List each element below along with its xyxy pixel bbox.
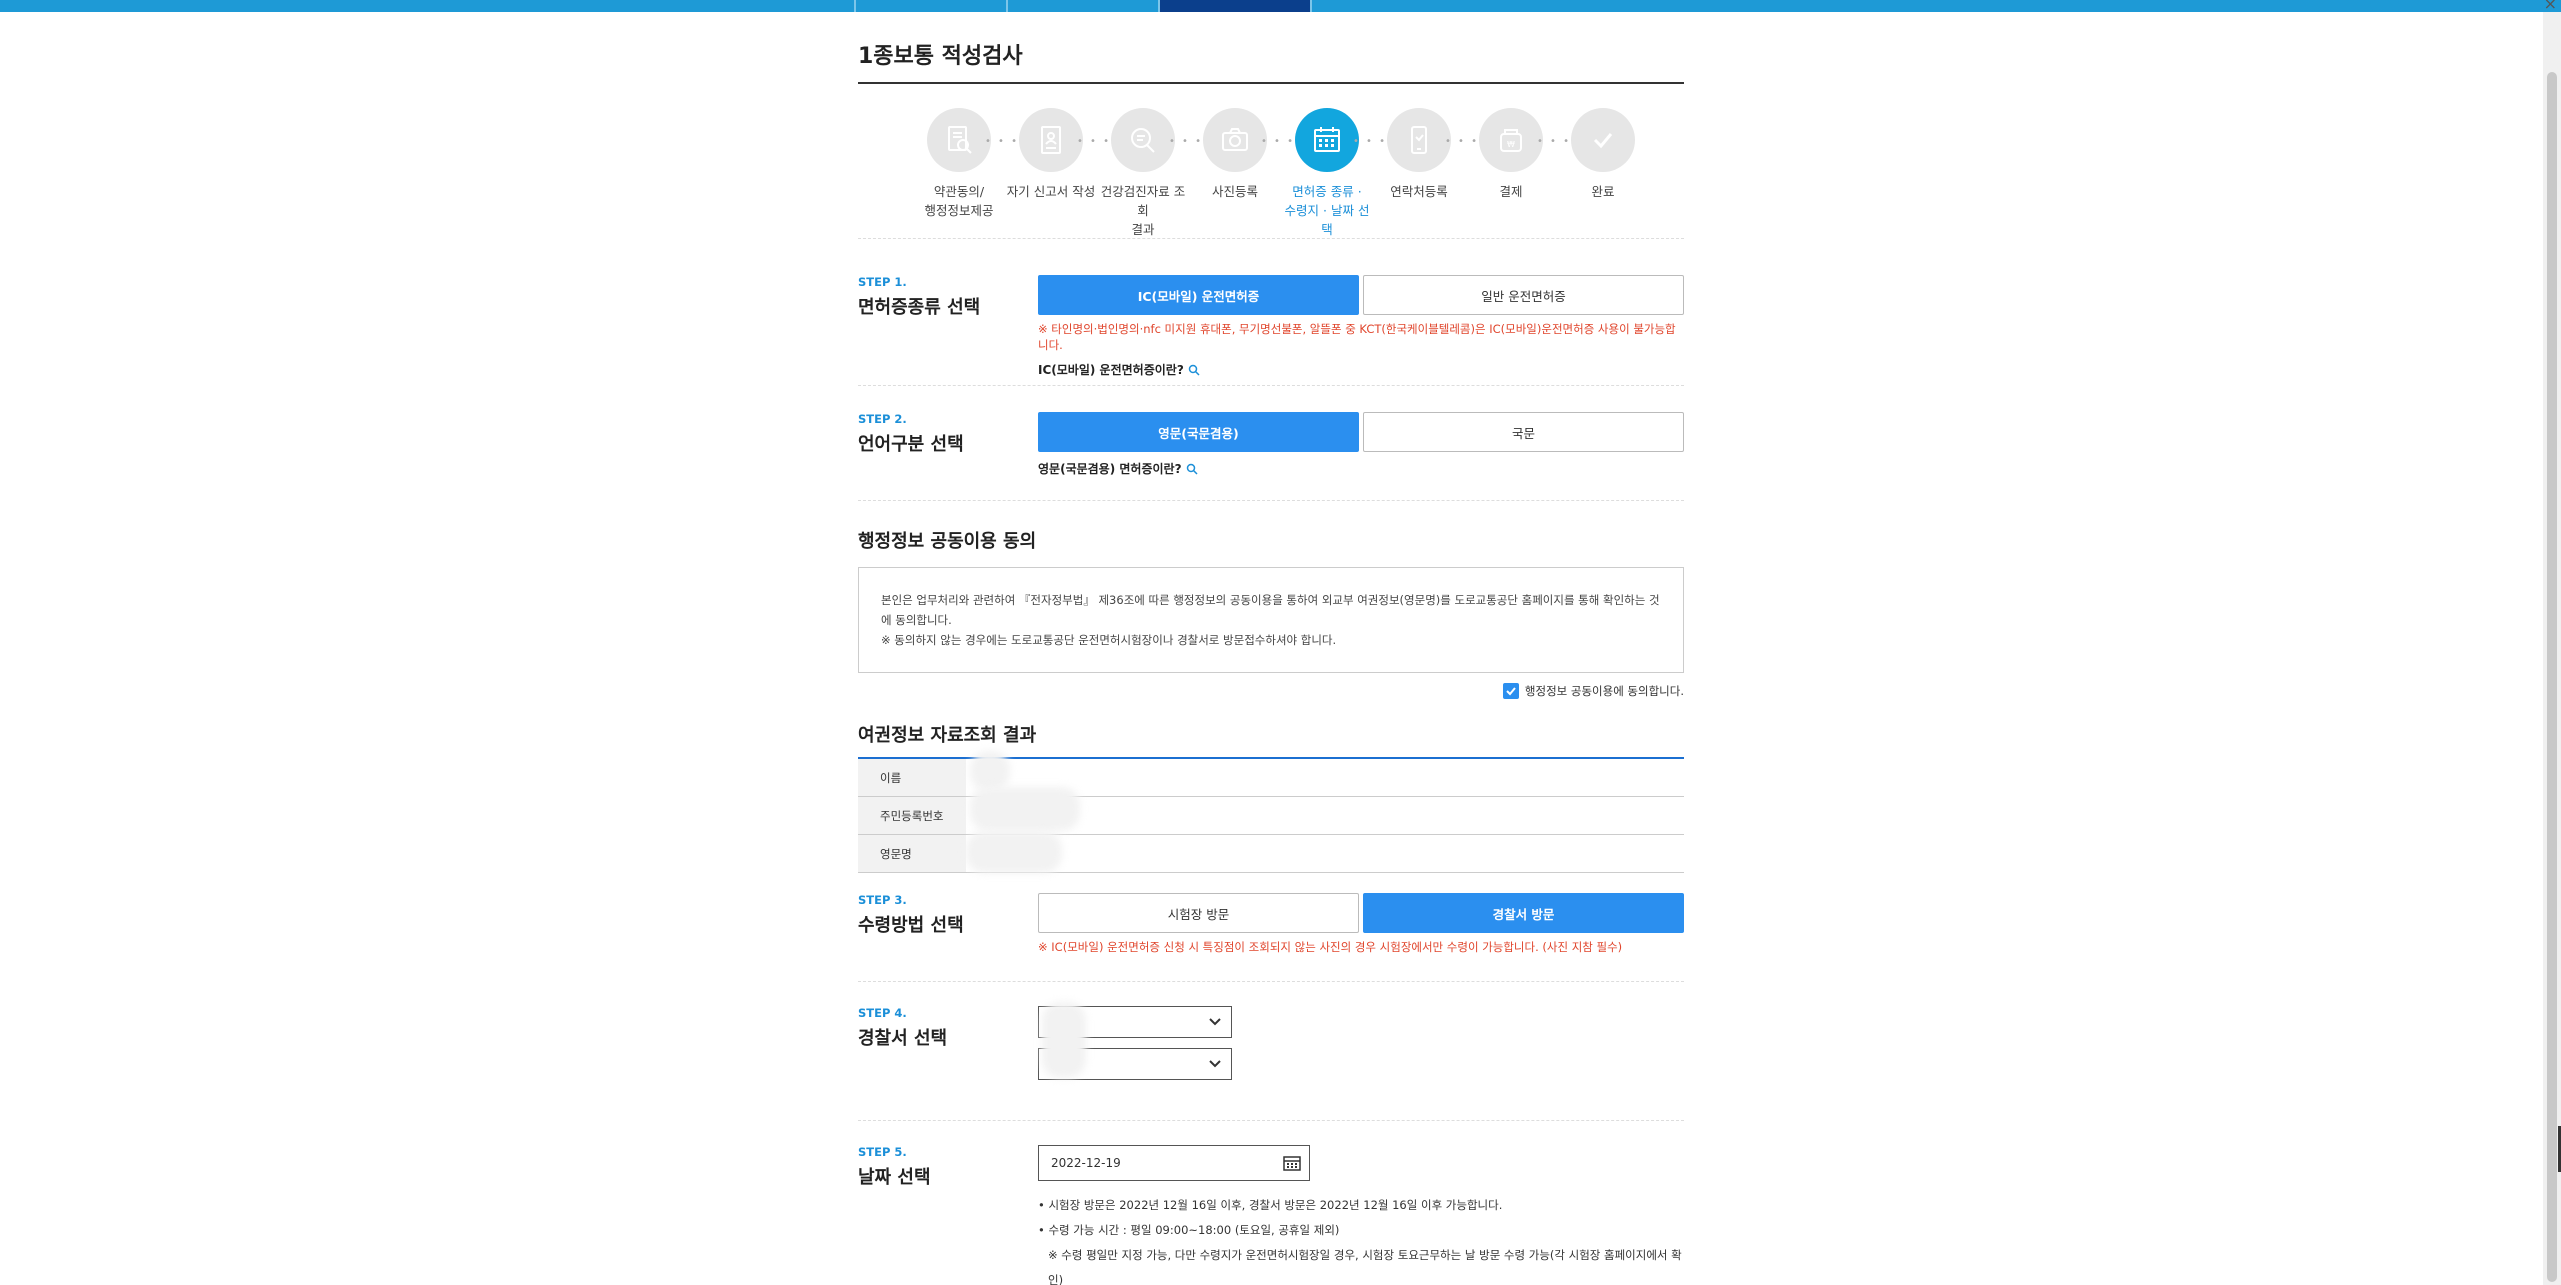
chevron-down-icon: [1209, 1018, 1221, 1026]
progress-step-health: • • • 건강검진자료 조회 결과: [1097, 108, 1201, 237]
payment-icon: ₩: [1479, 108, 1543, 172]
nav-segment[interactable]: [0, 0, 856, 12]
notice-text: ※ 타인명의·법인명의·nfc 미지원 휴대폰, 무기명선불폰, 알뜰폰 중 K…: [1038, 322, 1676, 352]
progress-step-complete: 완료: [1557, 108, 1649, 230]
nav-segment[interactable]: [856, 0, 1008, 12]
step4-section: STEP 4. 경찰서 선택: [858, 982, 1684, 1120]
progress-step-photo: • • • 사진등록: [1189, 108, 1293, 230]
chevron-down-icon: [1209, 1060, 1221, 1068]
english-license-info-link[interactable]: 영문(국문겸용) 면허증이란?: [1038, 460, 1684, 477]
document-search-icon: [927, 108, 991, 172]
step1-section: STEP 1. 면허증종류 선택 IC(모바일) 운전면허증 일반 운전면허증 …: [858, 239, 1684, 385]
date-note: 시험장 방문은 2022년 12월 16일 이후, 경찰서 방문은 2022년 …: [1038, 1193, 1684, 1218]
scrollbar-thumb[interactable]: [2547, 72, 2557, 1282]
step-label: 사진등록: [1211, 184, 1258, 199]
row-header: 주민등록번호: [858, 797, 966, 834]
date-value: 2022-12-19: [1051, 1156, 1121, 1170]
notice-text: ※ IC(모바일) 운전면허증 신청 시 특징점이 조회되지 않는 사진의 경우…: [1038, 940, 1623, 954]
page-title: 1종보통 적성검사: [858, 38, 1684, 84]
consent-text: 본인은 업무처리와 관련하여 『전자정부법』 제36조에 따른 행정정보의 공동…: [881, 593, 1660, 627]
step2-section: STEP 2. 언어구분 선택 영문(국문겸용) 국문 영문(국문겸용) 면허증…: [858, 386, 1684, 500]
info-link-label: 영문(국문겸용) 면허증이란?: [1038, 462, 1182, 476]
police-station-visit-button[interactable]: 경찰서 방문: [1363, 893, 1684, 933]
redacted-blob: [970, 787, 1080, 831]
checkbox-label: 행정정보 공동이용에 동의합니다.: [1524, 684, 1684, 698]
phone-icon: [1387, 108, 1451, 172]
step-tag: STEP 4.: [858, 1006, 907, 1020]
step-tag: STEP 1.: [858, 275, 907, 289]
step-label: 약관동의/ 행정정보제공: [924, 184, 994, 218]
svg-text:₩: ₩: [1507, 140, 1515, 149]
progress-steps: • • • 약관동의/ 행정정보제공 • • • 자기 신고서 작성 • • •…: [858, 108, 1684, 237]
date-notes: 시험장 방문은 2022년 12월 16일 이후, 경찰서 방문은 2022년 …: [1038, 1193, 1684, 1285]
korean-button[interactable]: 국문: [1363, 412, 1684, 452]
section-title: 언어구분 선택: [858, 434, 964, 455]
section-title: 날짜 선택: [858, 1167, 931, 1188]
passport-info-table: 이름 주민등록번호 영문명: [858, 751, 1684, 873]
step-label: 자기 신고서 작성: [1006, 184, 1096, 199]
step-label: 면허증 종류 · 수령지 · 날짜 선택: [1284, 184, 1370, 237]
date-input[interactable]: 2022-12-19: [1038, 1145, 1310, 1181]
progress-step-self-report: • • • 자기 신고서 작성: [1005, 108, 1109, 230]
step-tag: STEP 2.: [858, 412, 907, 426]
progress-step-contact: • • • 연락처등록: [1373, 108, 1477, 230]
calendar-icon[interactable]: [1283, 1155, 1301, 1171]
regular-license-button[interactable]: 일반 운전면허증: [1363, 275, 1684, 315]
nav-segment-active[interactable]: [1160, 0, 1312, 12]
check-icon: [1506, 687, 1516, 696]
step3-section: STEP 3. 수령방법 선택 시험장 방문 경찰서 방문 ※ IC(모바일) …: [858, 873, 1684, 981]
step-label: 건강검진자료 조회 결과: [1100, 184, 1186, 237]
ic-license-info-link[interactable]: IC(모바일) 운전면허증이란?: [1038, 361, 1684, 378]
step-label: 결제: [1499, 184, 1523, 199]
top-navigation-bar: [0, 0, 2561, 12]
progress-step-terms: • • • 약관동의/ 행정정보제공: [913, 108, 1017, 230]
redacted-blob: [970, 751, 1010, 791]
redacted-blob: [1042, 1002, 1086, 1078]
row-header: 영문명: [858, 835, 966, 872]
row-header: 이름: [858, 759, 966, 796]
search-icon: [1188, 364, 1200, 376]
calendar-icon: [1295, 108, 1359, 172]
consent-note: ※ 동의하지 않는 경우에는 도로교통공단 운전면허시험장이나 경찰서로 방문접…: [881, 633, 1337, 647]
section-title: 수령방법 선택: [858, 915, 964, 936]
admin-consent-title: 행정정보 공동이용 동의: [858, 531, 1037, 552]
admin-consent-checkbox-row[interactable]: 행정정보 공동이용에 동의합니다.: [858, 683, 1684, 699]
date-note: ※ 수령 평일만 지정 가능, 다만 수령지가 운전면허시험장일 경우, 시험장…: [1048, 1248, 1682, 1285]
main-content: 1종보통 적성검사 • • • 약관동의/ 행정정보제공 • • • 자기 신고…: [858, 12, 1684, 1285]
admin-consent-box: 본인은 업무처리와 관련하여 『전자정부법』 제36조에 따른 행정정보의 공동…: [858, 567, 1684, 673]
check-icon: [1571, 108, 1635, 172]
date-note: 수령 가능 시간 : 평일 09:00~18:00 (토요일, 공휴일 제외): [1038, 1218, 1684, 1243]
section-title: 경찰서 선택: [858, 1028, 948, 1049]
camera-icon: [1203, 108, 1267, 172]
english-korean-button[interactable]: 영문(국문겸용): [1038, 412, 1359, 452]
step-tag: STEP 3.: [858, 893, 907, 907]
section-title: 면허증종류 선택: [858, 297, 981, 318]
step-label: 연락처등록: [1390, 184, 1448, 199]
step5-section: STEP 5. 날짜 선택 2022-12-19 시험장 방문은 2022년 1…: [858, 1121, 1684, 1285]
nav-segment[interactable]: [1008, 0, 1160, 12]
progress-step-license-type: • • • 면허증 종류 · 수령지 · 날짜 선택: [1281, 108, 1385, 237]
step-tag: STEP 5.: [858, 1145, 907, 1159]
vertical-scrollbar[interactable]: [2543, 12, 2561, 1285]
magnifier-document-icon: [1111, 108, 1175, 172]
info-link-label: IC(모바일) 운전면허증이란?: [1038, 363, 1184, 377]
test-center-visit-button[interactable]: 시험장 방문: [1038, 893, 1359, 933]
redacted-blob: [966, 831, 1062, 873]
id-card-icon: [1019, 108, 1083, 172]
step-label: 완료: [1591, 184, 1615, 199]
consent-checkbox[interactable]: [1502, 683, 1519, 699]
progress-step-payment: ₩ • • • 결제: [1465, 108, 1569, 230]
ic-mobile-license-button[interactable]: IC(모바일) 운전면허증: [1038, 275, 1359, 315]
search-icon: [1186, 463, 1198, 475]
